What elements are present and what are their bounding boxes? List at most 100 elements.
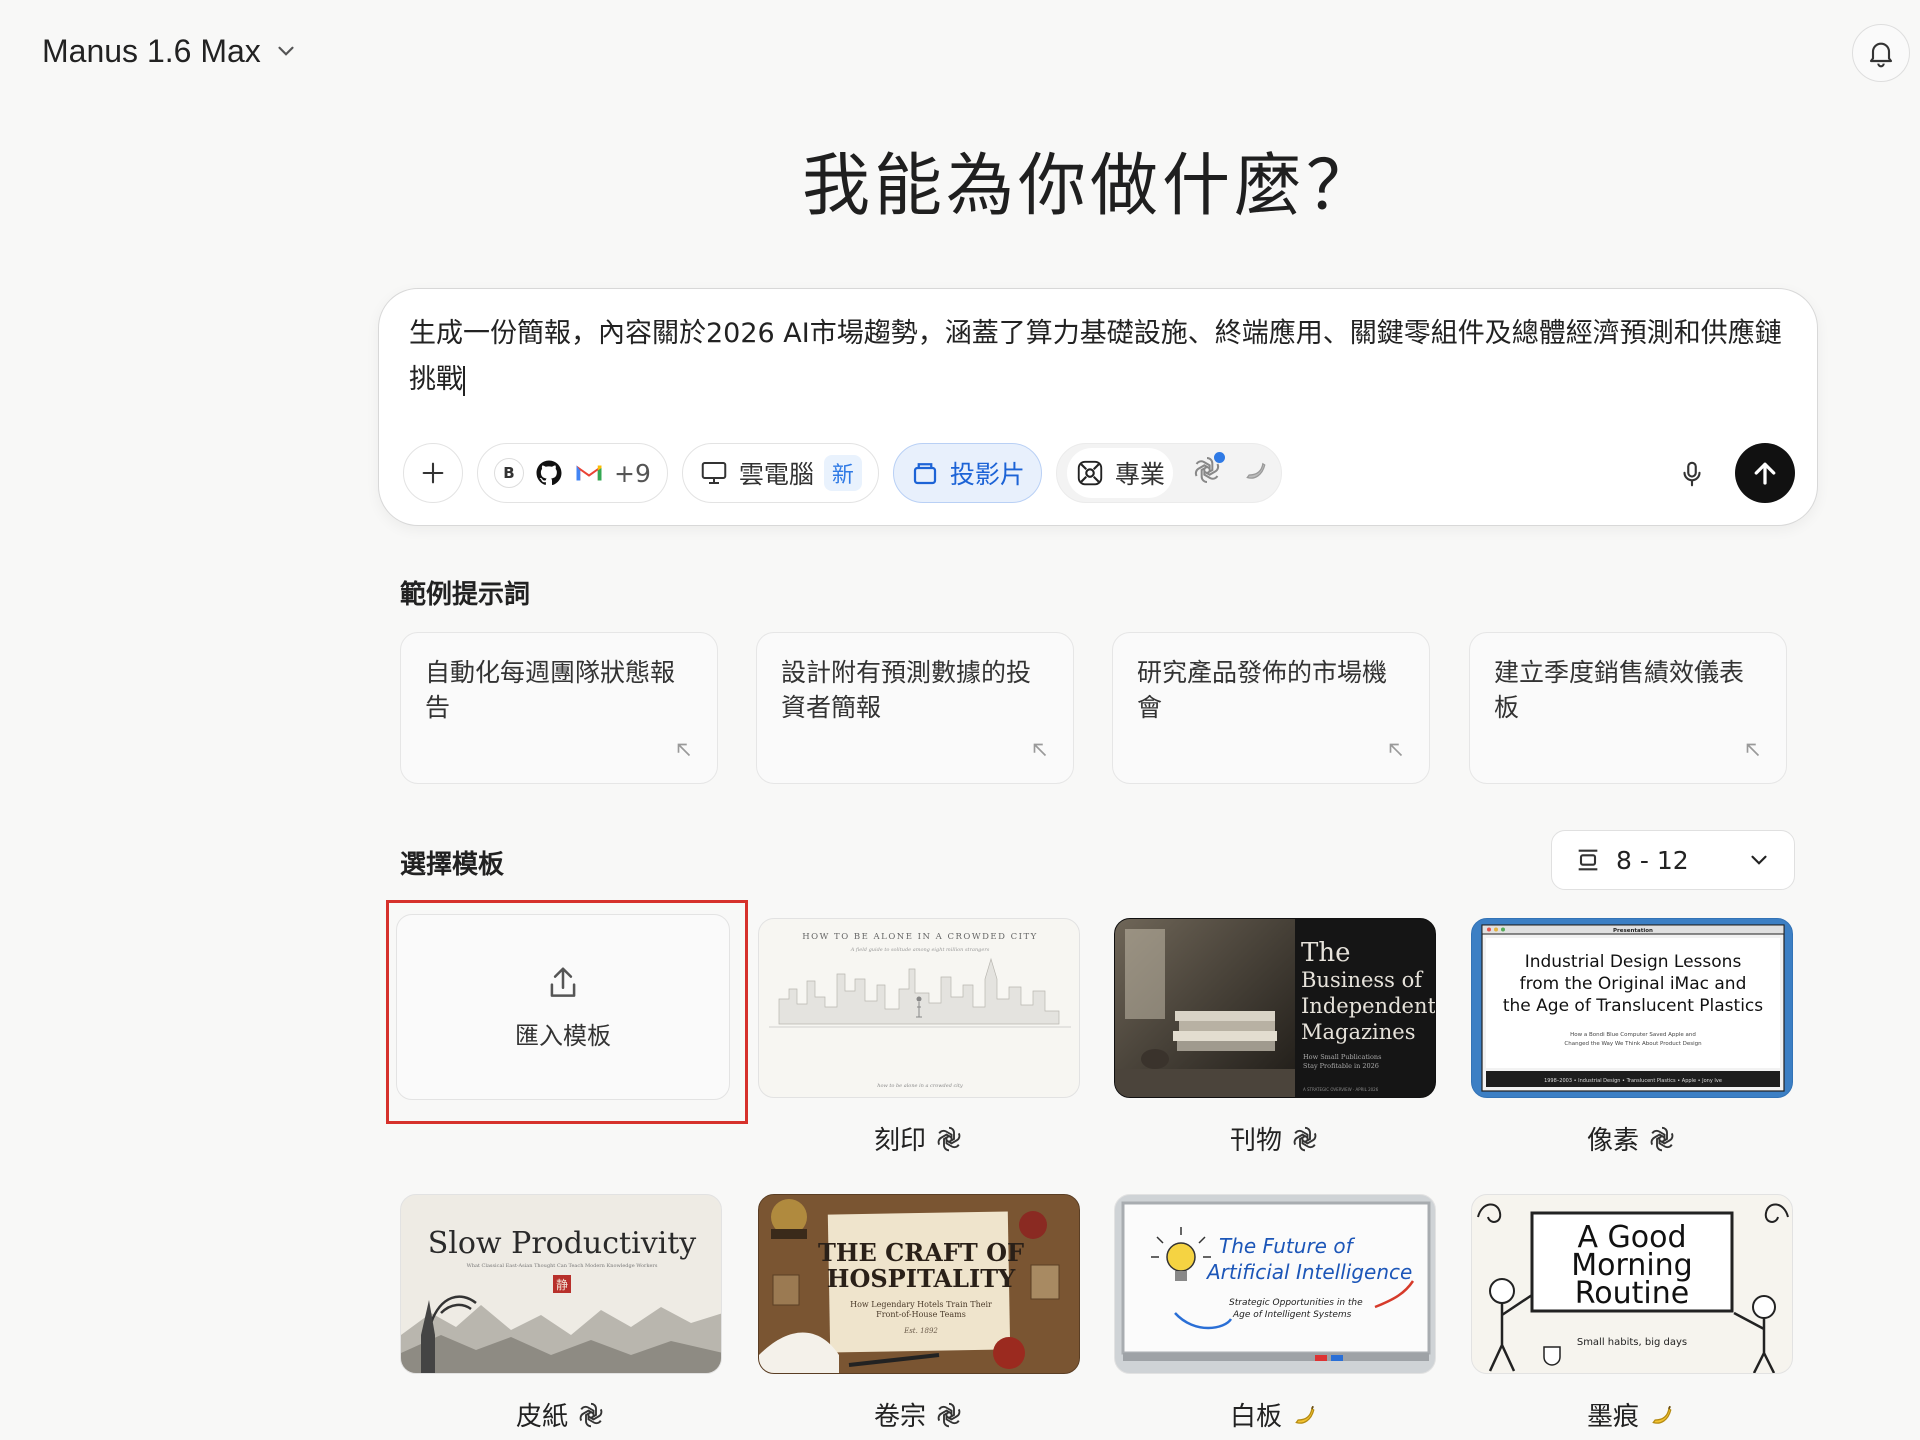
slide-range-value: 8 - 12 (1616, 845, 1689, 875)
example-prompt-text: 自動化每週團隊狀態報告 (425, 658, 676, 722)
example-prompt-card[interactable]: 研究產品發佈的市場機會 (1112, 632, 1430, 784)
template-label: 皮紙 (400, 1396, 722, 1433)
banana-icon (1295, 1405, 1315, 1424)
template-preview-image: HOW TO BE ALONE IN A CROWDED CITY A fiel… (769, 932, 1071, 1089)
new-badge: 新 (823, 455, 862, 491)
send-button[interactable] (1735, 443, 1795, 503)
example-prompt-text: 設計附有預測數據的投資者簡報 (781, 658, 1032, 722)
connectors-more-count: +9 (614, 458, 651, 488)
examples-title: 範例提示詞 (400, 580, 531, 610)
thumb-text: Strategic Opportunities in the (1229, 1298, 1363, 1308)
templates-title: 選擇模板 (400, 850, 505, 880)
page-range-icon (1578, 849, 1598, 871)
openai-model-button[interactable] (1191, 452, 1225, 492)
github-icon (536, 460, 562, 486)
thumb-text: THE CRAFT OF (818, 1238, 1024, 1267)
voice-input-button[interactable] (1667, 449, 1717, 499)
notifications-button[interactable] (1852, 24, 1910, 82)
arrow-up-left-icon (677, 743, 691, 757)
chevron-down-icon (1751, 855, 1767, 865)
openai-icon (937, 1126, 961, 1151)
template-name: 皮紙 (515, 1402, 568, 1432)
thumb-text: Small habits, big days (1577, 1337, 1687, 1348)
thumb-text: HOW TO BE ALONE IN A CROWDED CITY (802, 932, 1038, 942)
example-prompt-text: 研究產品發佈的市場機會 (1137, 658, 1388, 722)
template-thumb-xiangsu[interactable]: Presentation Industrial Design Lessons f… (1471, 918, 1793, 1098)
arrow-up-icon (1754, 462, 1776, 485)
template-label: 墨痕 (1471, 1396, 1793, 1433)
pro-label: 專業 (1114, 460, 1165, 489)
composer-toolbar: B +9 雲電腦 新 投影片 專業 (403, 443, 1282, 503)
prompt-composer[interactable]: 生成一份簡報，內容關於2026 AI市場趨勢，涵蓋了算力基礎設施、終端應用、關鍵… (378, 288, 1818, 526)
thumb-text: Stay Profitable in 2026 (1303, 1062, 1379, 1070)
example-prompt-card[interactable]: 自動化每週團隊狀態報告 (400, 632, 718, 784)
template-thumb-mohen[interactable]: A Good Morning Routine Small habits, big… (1471, 1194, 1793, 1374)
model-selector[interactable]: Manus 1.6 Max (42, 28, 299, 74)
arrow-up-left-icon (1033, 743, 1047, 757)
slide-count-select[interactable]: 8 - 12 (1551, 830, 1795, 890)
openai-icon (1650, 1126, 1674, 1151)
thumb-text: A field guide to solitude among eight mi… (850, 947, 990, 953)
page-title: 我能為你做什麼？ (801, 147, 1378, 226)
banana-icon (1652, 1405, 1672, 1424)
mode-group: 專業 (1055, 443, 1282, 503)
thumb-text: Slow Productivity (428, 1226, 697, 1261)
template-preview-image: Presentation Industrial Design Lessons f… (1481, 924, 1785, 1092)
template-preview-image: The Future of Artificial Intelligence St… (1121, 1201, 1431, 1361)
template-label: 刊物 (1114, 1120, 1436, 1157)
example-prompt-card[interactable]: 設計附有預測數據的投資者簡報 (756, 632, 1074, 784)
template-thumb-pizhi[interactable]: Slow Productivity What Classical East-As… (400, 1194, 722, 1374)
pro-mode-button[interactable]: 專業 (1066, 448, 1173, 498)
gmail-icon (576, 465, 602, 481)
template-name: 刻印 (873, 1126, 926, 1156)
bell-icon (1869, 42, 1893, 68)
thumb-text: Est. 1892 (903, 1327, 938, 1335)
template-thumb-juanzong[interactable]: THE CRAFT OF HOSPITALITY How Legendary H… (758, 1194, 1080, 1374)
prompt-text: 生成一份簡報，內容關於2026 AI市場趨勢，涵蓋了算力基礎設施、終端應用、關鍵… (409, 318, 1782, 395)
thumb-text: how to be alone in a crowded city (877, 1083, 963, 1089)
thumb-text: Age of Intelligent Systems (1232, 1310, 1352, 1320)
slides-mode-button[interactable]: 投影片 (892, 443, 1042, 503)
template-thumb-kezhi[interactable]: HOW TO BE ALONE IN A CROWDED CITY A fiel… (758, 918, 1080, 1098)
connector-b-icon: B (494, 458, 524, 488)
banana-model-button[interactable] (1241, 455, 1271, 491)
template-name: 墨痕 (1586, 1402, 1639, 1432)
thumb-text: How a Bondi Blue Computer Saved Apple an… (1570, 1032, 1696, 1038)
example-prompt-text: 建立季度銷售績效儀表板 (1494, 658, 1745, 722)
thumb-text: Independent (1301, 994, 1436, 1018)
connectors-button[interactable]: B +9 (477, 443, 668, 503)
thumb-text: Changed the Way We Think About Product D… (1564, 1041, 1702, 1047)
thumb-text: the Age of Translucent Plastics (1503, 996, 1763, 1016)
template-preview-image: A Good Morning Routine Small habits, big… (1477, 1203, 1789, 1373)
thumb-text: 静 (556, 1278, 568, 1292)
template-label: 像素 (1471, 1120, 1793, 1157)
import-template-button[interactable]: 匯入模板 (396, 914, 730, 1100)
thumb-text: Routine (1575, 1276, 1689, 1311)
openai-icon (937, 1402, 961, 1427)
monitor-icon (701, 462, 727, 484)
add-attachment-button[interactable] (403, 443, 463, 503)
text-caret (463, 365, 465, 396)
template-label: 白板 (1114, 1396, 1436, 1433)
template-name: 刊物 (1229, 1126, 1282, 1156)
thumb-text: The Future of (1219, 1234, 1356, 1258)
example-prompt-card[interactable]: 建立季度銷售績效儀表板 (1469, 632, 1787, 784)
template-preview-image: THE CRAFT OF HOSPITALITY How Legendary H… (759, 1195, 1079, 1373)
prompt-input[interactable]: 生成一份簡報，內容關於2026 AI市場趨勢，涵蓋了算力基礎設施、終端應用、關鍵… (409, 311, 1794, 403)
thumb-text: The (1301, 938, 1350, 968)
cloud-pc-button[interactable]: 雲電腦 新 (681, 443, 879, 503)
cloud-pc-label: 雲電腦 (738, 460, 814, 489)
template-label: 卷宗 (758, 1396, 1080, 1433)
arrow-up-left-icon (1389, 743, 1403, 757)
thumb-text: HOSPITALITY (827, 1264, 1016, 1293)
thumb-text: Front-of-House Teams (876, 1310, 966, 1319)
pro-icon (1077, 460, 1103, 486)
template-thumb-baiban[interactable]: The Future of Artificial Intelligence St… (1114, 1194, 1436, 1374)
template-preview-image: Slow Productivity What Classical East-As… (401, 1226, 721, 1373)
thumb-text: Industrial Design Lessons (1525, 952, 1742, 972)
thumb-text: Artificial Intelligence (1205, 1260, 1412, 1284)
template-thumb-kanwu[interactable]: The Business of Independent Magazines Ho… (1114, 918, 1436, 1098)
thumb-text: Magazines (1301, 1020, 1416, 1044)
thumb-text: Business of (1301, 968, 1424, 992)
top-bar: Manus 1.6 Max (0, 0, 1920, 100)
